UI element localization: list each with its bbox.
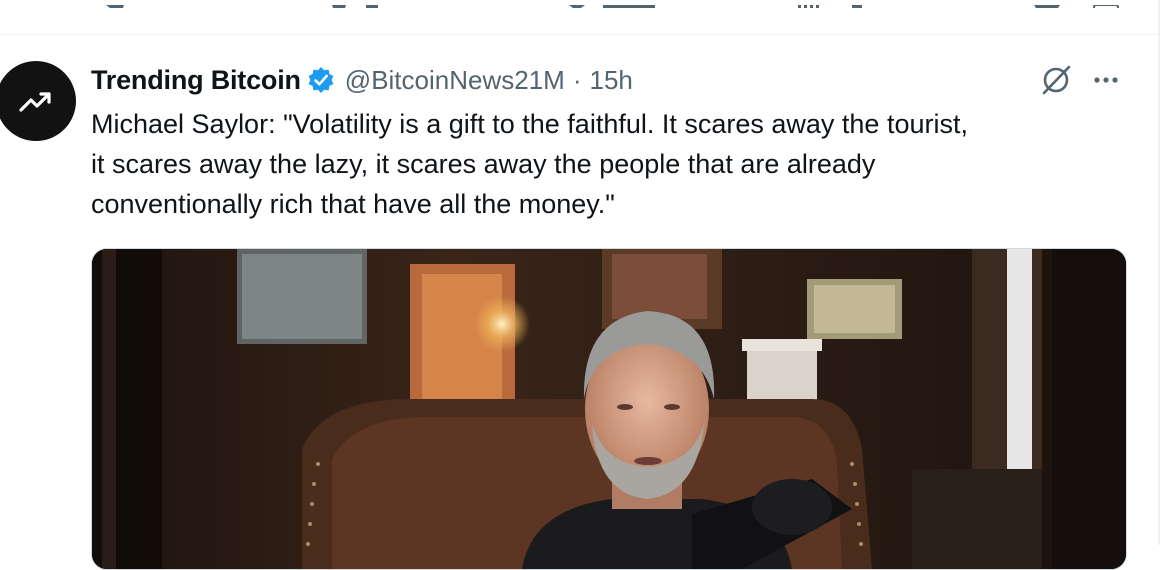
tweet-media[interactable] <box>91 248 1127 570</box>
more-icon[interactable] <box>1089 66 1125 94</box>
timestamp[interactable]: 15h <box>590 65 633 96</box>
bookmark-icon[interactable] <box>1032 0 1062 8</box>
previous-tweet-actions <box>0 0 1162 34</box>
tweet-header: Trending Bitcoin @BitcoinNews21M · 15h <box>91 62 633 98</box>
timeline-border <box>1158 0 1160 545</box>
views-icon[interactable] <box>796 0 866 8</box>
avatar[interactable] <box>0 61 76 141</box>
video-thumbnail <box>92 249 1126 569</box>
grok-icon[interactable] <box>1038 62 1074 98</box>
user-handle[interactable]: @BitcoinNews21M <box>345 65 565 96</box>
verified-badge-icon[interactable] <box>307 66 335 94</box>
share-icon[interactable] <box>1092 0 1122 8</box>
like-icon[interactable] <box>565 0 661 8</box>
display-name[interactable]: Trending Bitcoin <box>91 65 301 96</box>
separator-dot: · <box>572 64 582 95</box>
repost-icon[interactable] <box>330 0 386 8</box>
tweet-text: Michael Saylor: "Volatility is a gift to… <box>91 109 968 219</box>
tweet-divider <box>0 34 1160 35</box>
trend-up-icon <box>19 92 51 112</box>
reply-icon[interactable] <box>100 0 130 8</box>
